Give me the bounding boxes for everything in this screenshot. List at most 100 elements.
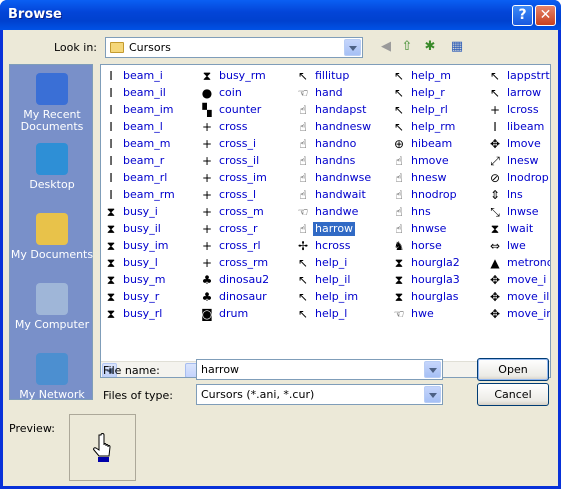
file-name: cross_r [219,222,258,235]
file-name: hns [411,205,431,218]
file-name: beam_rm [123,188,175,201]
file-name: hand [315,86,343,99]
file-name: hwe [411,307,434,320]
file-name: lnesw [507,154,539,167]
cursor-file-icon: ☝ [299,171,307,185]
my-computer-icon [36,283,68,315]
file-name: handnwse [315,171,372,184]
cursor-file-icon: ⤢ [490,154,500,168]
file-name: busy_im [123,239,169,252]
cursor-file-icon: ☜ [393,307,405,321]
file-name: handwait [315,188,366,201]
cursor-file-icon: + [201,120,213,134]
cursor-file-icon: + [201,256,213,270]
file-name: libeam [507,120,545,133]
cursor-file-icon: ⧗ [106,307,116,321]
place-label: My Network [19,388,85,401]
new-folder-icon[interactable]: ✱ [420,38,440,56]
file-name: lns [507,188,523,201]
cursor-file-icon: ⊘ [489,171,501,185]
cancel-button[interactable]: Cancel [477,383,549,406]
cursor-file-icon: ⧗ [106,222,116,236]
cursor-file-icon: ♣ [201,290,213,304]
cursor-file-icon: ♣ [201,273,213,287]
open-button[interactable]: Open [477,358,549,381]
cursor-file-icon: ● [201,86,213,100]
cursor-file-icon: I [109,103,113,117]
cursor-file-icon: ↖ [297,290,309,304]
chevron-down-icon[interactable] [424,361,441,378]
file-name: help_r [411,86,445,99]
file-name: busy_il [123,222,161,235]
file-name: busy_i [123,205,158,218]
place-desktop[interactable]: Desktop [10,137,94,207]
file-name: beam_il [123,86,166,99]
cursor-file-icon: I [109,137,113,151]
look-in-dropdown[interactable]: Cursors [105,37,363,58]
title-bar[interactable]: Browse ? ✕ [0,0,561,30]
folder-icon [110,42,124,53]
up-folder-icon[interactable]: ⇧ [397,38,417,56]
file-name: help_im [315,290,359,303]
file-name: hourgla3 [411,273,460,286]
file-name: counter [219,103,262,116]
cursor-file-icon: ☝ [299,154,307,168]
cursor-file-icon: ↖ [489,86,501,100]
cursor-file-icon: ⧗ [394,273,404,287]
file-name: busy_r [123,290,160,303]
my-network-icon [36,353,68,385]
cursor-file-icon: ↖ [297,69,309,83]
file-name: hourgla2 [411,256,460,269]
cursor-file-icon: ☝ [299,120,307,134]
file-list[interactable]: Ibeam_i Ibeam_il Ibeam_im Ibeam_l Ibeam_m Ibe… [100,64,551,378]
places-bar: My Recent Documents Desktop My Documents My… [9,64,94,401]
file-name: horse [411,239,442,252]
file-name: harrow [313,222,356,236]
cursor-file-icon: ☜ [297,86,309,100]
place-label: Desktop [29,178,75,191]
file-name: busy_rl [123,307,163,320]
hand-pointer-icon [93,433,111,462]
file-name: cross_im [219,171,267,184]
cursor-file-icon: ▚ [202,103,212,117]
files-of-type-dropdown[interactable]: Cursors (*.ani, *.cur) [196,384,443,405]
file-name: move_im [507,307,550,320]
file-name: lnwse [507,205,539,218]
file-name: beam_im [123,103,174,116]
file-name: lwe [507,239,526,252]
file-name-field[interactable]: harrow [196,359,443,380]
file-name: help_m [411,69,451,82]
files-of-type-value: Cursors (*.ani, *.cur) [201,388,315,401]
file-name: beam_m [123,137,171,150]
place-my-network[interactable]: My Network [10,347,94,417]
cursor-file-icon: ✢ [297,239,309,253]
look-in-label: Look in: [54,41,97,54]
file-name: busy_rm [219,69,266,82]
cursor-file-icon: + [201,137,213,151]
chevron-down-icon[interactable] [344,39,361,56]
cursor-file-icon: ⇔ [489,239,501,253]
cursor-file-icon: ☝ [299,188,307,202]
file-name: hnesw [411,171,447,184]
cursor-file-icon: ⧗ [490,222,500,236]
place-label: My Computer [14,318,90,331]
cursor-file-icon: ✥ [489,137,501,151]
cursor-file-icon: ↖ [393,103,405,117]
look-in-value: Cursors [129,41,171,54]
cursor-file-icon: + [489,103,501,117]
views-menu-icon[interactable]: ▦ [447,38,467,56]
place-my-recent-documents[interactable]: My Recent Documents [10,67,94,137]
cursor-file-icon: ☝ [395,171,403,185]
cursor-file-icon: ⧗ [394,256,404,270]
cursor-file-icon: ☝ [395,205,403,219]
cursor-file-icon: I [493,120,497,134]
cursor-file-icon: ⧗ [106,205,116,219]
chevron-down-icon[interactable] [424,386,441,403]
place-my-documents[interactable]: My Documents [10,207,94,277]
back-icon[interactable]: ◀ [376,38,396,56]
file-name: metronom [507,256,550,269]
place-my-computer[interactable]: My Computer [10,277,94,347]
help-button[interactable]: ? [512,5,533,26]
close-button[interactable]: ✕ [535,5,556,26]
file-name: beam_r [123,154,165,167]
